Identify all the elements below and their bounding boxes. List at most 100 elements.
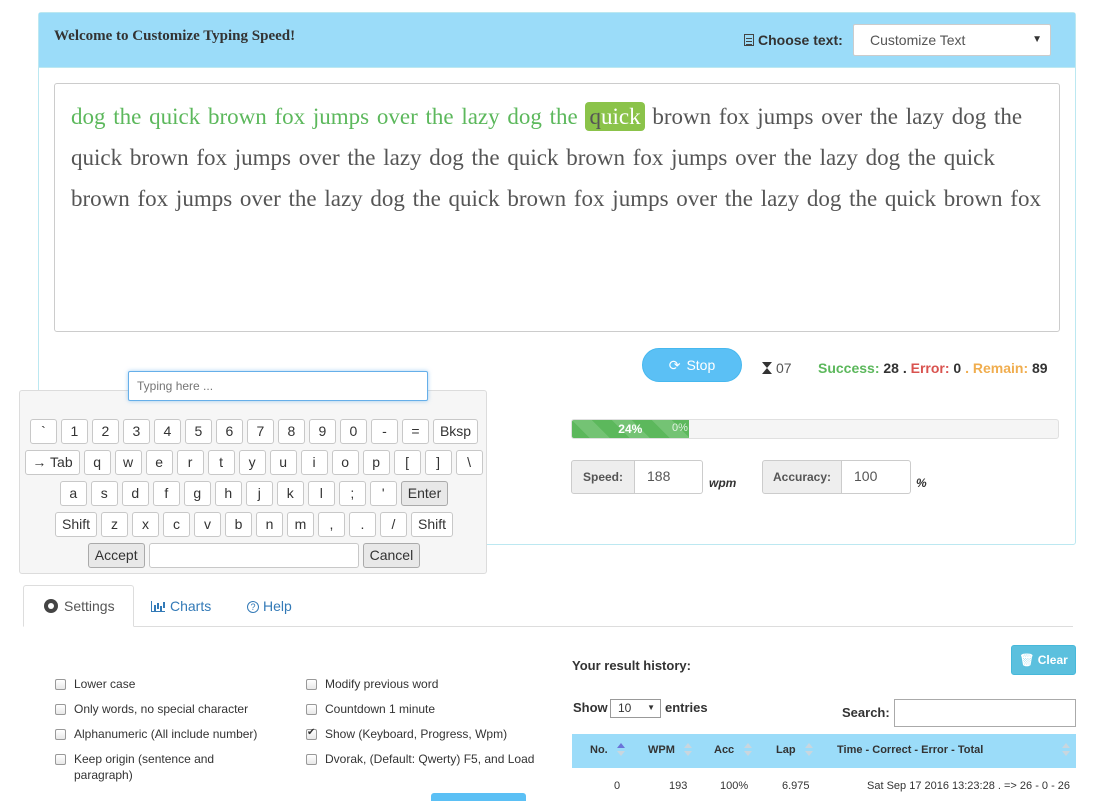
key[interactable]: f bbox=[152, 481, 180, 506]
key[interactable]: v bbox=[194, 512, 221, 537]
entries-select[interactable]: 10 ▼ bbox=[610, 699, 661, 718]
typing-input[interactable] bbox=[128, 371, 428, 401]
cell-acc: 100% bbox=[720, 780, 749, 792]
key[interactable]: a bbox=[59, 481, 87, 506]
key[interactable]: - bbox=[370, 419, 398, 444]
column-header-no[interactable]: No. bbox=[590, 744, 608, 756]
key[interactable]: r bbox=[176, 450, 204, 475]
key[interactable]: 2 bbox=[91, 419, 119, 444]
key[interactable]: Enter bbox=[400, 481, 449, 506]
key[interactable]: 7 bbox=[246, 419, 274, 444]
key[interactable]: 1 bbox=[60, 419, 88, 444]
key[interactable]: j bbox=[245, 481, 273, 506]
start-button[interactable] bbox=[431, 793, 526, 801]
key[interactable]: ' bbox=[369, 481, 397, 506]
key[interactable]: , bbox=[318, 512, 345, 537]
search-input[interactable] bbox=[894, 699, 1076, 727]
typing-text-box: dog the quick brown fox jumps over the l… bbox=[54, 83, 1060, 332]
key[interactable]: ] bbox=[424, 450, 452, 475]
accuracy-unit: % bbox=[916, 476, 927, 490]
key[interactable]: \ bbox=[455, 450, 483, 475]
current-word: quick bbox=[585, 102, 645, 131]
key[interactable]: Shift bbox=[411, 512, 454, 537]
key[interactable]: p bbox=[362, 450, 390, 475]
text-select[interactable]: Customize Text ▼ bbox=[853, 24, 1051, 56]
setting-checkbox[interactable] bbox=[306, 754, 317, 765]
key[interactable]: 5 bbox=[184, 419, 212, 444]
key[interactable]: Shift bbox=[54, 512, 97, 537]
key[interactable]: w bbox=[114, 450, 142, 475]
tab-help[interactable]: ? Help bbox=[247, 598, 292, 614]
success-count: 28 bbox=[883, 360, 899, 376]
key[interactable]: d bbox=[121, 481, 149, 506]
key[interactable]: c bbox=[163, 512, 190, 537]
tab-settings-label: Settings bbox=[64, 598, 115, 614]
cancel-key[interactable]: Cancel bbox=[362, 543, 421, 568]
key[interactable]: l bbox=[307, 481, 335, 506]
history-table-header: No. WPM Acc Lap Time - Correct - Error -… bbox=[572, 734, 1076, 768]
timer-value: 07 bbox=[776, 360, 792, 376]
key[interactable]: → Tab bbox=[25, 450, 80, 475]
speed-field[interactable]: 188 bbox=[635, 460, 703, 494]
setting-checkbox[interactable] bbox=[306, 704, 317, 715]
key[interactable]: x bbox=[132, 512, 159, 537]
keyboard-preview-field[interactable] bbox=[148, 543, 359, 568]
key[interactable]: 6 bbox=[215, 419, 243, 444]
clear-button-label: Clear bbox=[1037, 653, 1068, 667]
accept-key[interactable]: Accept bbox=[87, 543, 145, 568]
setting-checkbox[interactable] bbox=[55, 729, 66, 740]
key[interactable]: 3 bbox=[122, 419, 150, 444]
column-header-wpm[interactable]: WPM bbox=[648, 744, 675, 756]
key[interactable]: ` bbox=[29, 419, 57, 444]
tab-settings[interactable]: Settings bbox=[23, 585, 134, 627]
clear-button[interactable]: 🗑 Clear bbox=[1011, 645, 1076, 675]
key[interactable]: / bbox=[380, 512, 407, 537]
cell-time: Sat Sep 17 2016 13:23:28 . => 26 - 0 - 2… bbox=[867, 780, 1071, 792]
tab-help-label: Help bbox=[263, 598, 292, 614]
column-header-acc[interactable]: Acc bbox=[714, 744, 734, 756]
key[interactable]: s bbox=[90, 481, 118, 506]
key[interactable]: k bbox=[276, 481, 304, 506]
column-header-time[interactable]: Time - Correct - Error - Total bbox=[837, 744, 983, 756]
key[interactable]: 4 bbox=[153, 419, 181, 444]
remain-label: Remain: bbox=[972, 360, 1029, 376]
key[interactable]: i bbox=[300, 450, 328, 475]
setting-checkbox[interactable] bbox=[55, 679, 66, 690]
setting-label: Dvorak, (Default: Qwerty) F5, and Load bbox=[325, 752, 535, 766]
stop-button-label: Stop bbox=[686, 357, 716, 373]
key[interactable]: 9 bbox=[308, 419, 336, 444]
key[interactable]: h bbox=[214, 481, 242, 506]
column-header-lap[interactable]: Lap bbox=[776, 744, 796, 756]
key[interactable]: t bbox=[207, 450, 235, 475]
stop-button[interactable]: ⟳ Stop bbox=[642, 348, 742, 382]
key[interactable]: m bbox=[287, 512, 314, 537]
key[interactable]: = bbox=[401, 419, 429, 444]
cell-lap: 6.975 bbox=[782, 780, 810, 792]
key[interactable]: g bbox=[183, 481, 211, 506]
welcome-title: Welcome to Customize Typing Speed! bbox=[54, 28, 296, 44]
key[interactable]: y bbox=[238, 450, 266, 475]
key[interactable]: n bbox=[256, 512, 283, 537]
tab-charts[interactable]: Charts bbox=[151, 598, 211, 614]
key[interactable]: Bksp bbox=[432, 419, 479, 444]
typing-stats: Success: 28 . Error: 0 . Remain: 89 bbox=[818, 360, 1048, 376]
key[interactable]: ; bbox=[338, 481, 366, 506]
keyboard-row: → Tab q w e r t y u i o p[] \ bbox=[20, 450, 488, 475]
key[interactable]: 8 bbox=[277, 419, 305, 444]
key[interactable]: z bbox=[101, 512, 128, 537]
setting-checkbox[interactable] bbox=[306, 679, 317, 690]
setting-checkbox[interactable] bbox=[306, 727, 317, 740]
accuracy-field[interactable]: 100 bbox=[842, 460, 911, 494]
keyboard-action-row: Accept Cancel bbox=[20, 543, 488, 568]
key[interactable]: 0 bbox=[339, 419, 367, 444]
setting-checkbox[interactable] bbox=[55, 704, 66, 715]
setting-label: Show (Keyboard, Progress, Wpm) bbox=[325, 727, 508, 741]
key[interactable]: b bbox=[225, 512, 252, 537]
key[interactable]: u bbox=[269, 450, 297, 475]
key[interactable]: o bbox=[331, 450, 359, 475]
key[interactable]: e bbox=[145, 450, 173, 475]
key[interactable]: [ bbox=[393, 450, 421, 475]
key[interactable]: q bbox=[83, 450, 111, 475]
setting-checkbox[interactable] bbox=[55, 754, 66, 765]
key[interactable]: . bbox=[349, 512, 376, 537]
